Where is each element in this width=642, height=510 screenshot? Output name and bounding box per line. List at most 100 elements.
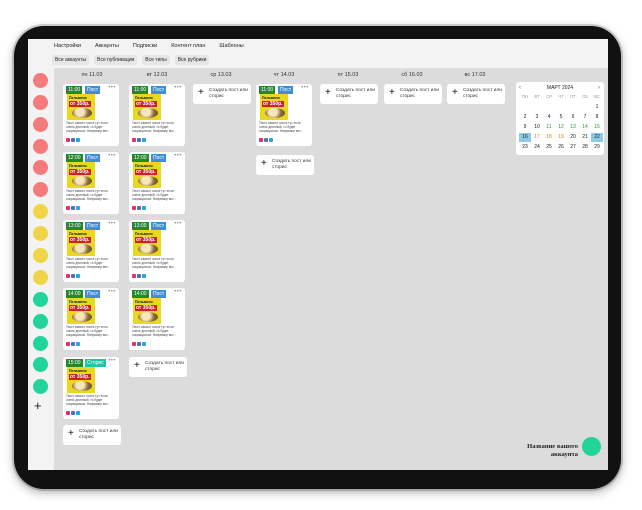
create-post-button[interactable]: + Создать пост или сторис [129,357,187,377]
filter-types[interactable]: Все типы [142,55,170,65]
telegram-icon [269,138,273,142]
create-post-button[interactable]: + Создать пост или сторис [320,84,378,104]
post-time: 12:00 [66,154,83,162]
calendar-day[interactable]: 17 [531,133,543,142]
calendar-day[interactable]: 12 [555,123,567,132]
more-icon[interactable]: ••• [174,289,182,295]
account-avatar-12[interactable] [33,314,48,329]
account-avatar-10[interactable] [33,270,48,285]
create-post-button[interactable]: + Создать пост или сторис [193,84,251,104]
calendar-day[interactable]: 20 [567,133,579,142]
menu-content-plan[interactable]: Контент план [171,43,205,49]
calendar-day[interactable]: 1 [591,103,603,112]
account-avatar-2[interactable] [33,95,48,110]
more-icon[interactable]: ••• [108,358,116,364]
create-post-button[interactable]: + Создать пост или сторис [256,155,314,175]
create-post-button[interactable]: + Создать пост или сторис [63,425,121,445]
account-avatar-15[interactable] [33,379,48,394]
post-image-title: Пельмени [69,164,87,168]
calendar-day[interactable]: 6 [567,113,579,122]
more-icon[interactable]: ••• [174,85,182,91]
filter-rubrics[interactable]: Все рубрики [174,55,210,65]
calendar-day[interactable]: 10 [531,123,543,132]
more-icon[interactable]: ••• [174,221,182,227]
calendar-day[interactable]: 7 [579,113,591,122]
account-avatar-7[interactable] [33,204,48,219]
post-card[interactable]: 11:00 Пост ••• Пельмени от 350р. Текст самого… [63,84,119,146]
post-card[interactable]: 15:00 Сторис ••• Пельмени от 350р. Текст само… [63,357,119,419]
calendar-day[interactable]: 11 [543,123,555,132]
account-avatar-13[interactable] [33,336,48,351]
calendar-day[interactable]: 2 [519,113,531,122]
account-avatar-5[interactable] [33,160,48,175]
calendar-next-icon[interactable]: › [598,85,600,91]
calendar-day[interactable]: 19 [555,133,567,142]
post-card[interactable]: 11:00 Пост ••• Пельмени от 350р. Текст самого… [256,84,312,146]
top-bar: Настройки Аккаунты Подписки Контент план… [28,39,608,68]
calendar-day[interactable]: 9 [519,123,531,132]
post-time: 11:00 [66,86,83,94]
calendar-day[interactable]: 26 [555,143,567,152]
calendar-day[interactable]: 29 [591,143,603,152]
social-icons [66,138,80,142]
calendar-day[interactable]: 13 [567,123,579,132]
account-avatar-11[interactable] [33,292,48,307]
calendar-day[interactable]: 25 [543,143,555,152]
account-avatar-9[interactable] [33,248,48,263]
post-text: Текст самого поста тут если очень длинны… [132,325,176,337]
calendar-day[interactable]: 8 [591,113,603,122]
post-text: Текст самого поста тут если очень длинны… [132,257,176,269]
create-post-button[interactable]: + Создать пост или сторис [447,84,505,104]
calendar-day[interactable]: 21 [579,133,591,142]
menu-subscriptions[interactable]: Подписки [133,43,157,49]
calendar-day[interactable]: 15 [591,123,603,132]
post-image: Пельмени от 350р. [67,367,95,393]
account-avatar-3[interactable] [33,117,48,132]
calendar-day[interactable]: 3 [531,113,543,122]
post-time: 15:00 [66,359,83,367]
vk-icon [137,206,141,210]
calendar-day[interactable]: 5 [555,113,567,122]
calendar-day[interactable]: 24 [531,143,543,152]
account-avatar-6[interactable] [33,182,48,197]
day-header: ср 13.03 [210,72,232,78]
more-icon[interactable]: ••• [108,221,116,227]
account-avatar-8[interactable] [33,226,48,241]
calendar-day[interactable]: 16 [519,132,531,142]
filter-accounts[interactable]: Все аккаунты [52,55,90,65]
post-card[interactable]: 11:00 Пост ••• Пельмени от 350р. Текст самого… [129,84,185,146]
add-account-button[interactable]: + [34,399,42,412]
post-card[interactable]: 14:00 Пост ••• Пельмени от 350р. Текст самого… [129,288,185,350]
post-card[interactable]: 13:00 Пост ••• Пельмени от 350р. Текст самого… [63,220,119,282]
food-image [138,176,158,186]
menu-settings[interactable]: Настройки [54,43,81,49]
filter-publications[interactable]: Все публикации [94,55,138,65]
post-card[interactable]: 12:00 Пост ••• Пельмени от 350р. Текст самого… [63,152,119,214]
social-icons [66,411,80,415]
post-card[interactable]: 13:00 Пост ••• Пельмени от 350р. Текст самого… [129,220,185,282]
post-card[interactable]: 14:00 Пост ••• Пельмени от 350р. Текст самого… [63,288,119,350]
calendar-day[interactable]: 23 [519,143,531,152]
account-avatar-14[interactable] [33,357,48,372]
more-icon[interactable]: ••• [174,153,182,159]
calendar-day[interactable]: 28 [579,143,591,152]
calendar-day[interactable]: 27 [567,143,579,152]
post-text: Текст самого поста тут если очень длинны… [66,257,110,269]
account-avatar[interactable] [582,437,601,456]
calendar-day[interactable]: 14 [579,123,591,132]
more-icon[interactable]: ••• [108,153,116,159]
calendar-day[interactable]: 18 [543,133,555,142]
telegram-icon [76,411,80,415]
post-image: Пельмени от 350р. [133,162,161,188]
calendar-day[interactable]: 22 [591,132,603,142]
more-icon[interactable]: ••• [108,85,116,91]
more-icon[interactable]: ••• [108,289,116,295]
calendar-day[interactable]: 4 [543,113,555,122]
menu-templates[interactable]: Шаблоны [219,43,243,49]
menu-accounts[interactable]: Аккаунты [95,43,119,49]
create-post-button[interactable]: + Создать пост или сторис [384,84,442,104]
account-avatar-4[interactable] [33,139,48,154]
more-icon[interactable]: ••• [301,85,309,91]
post-card[interactable]: 12:00 Пост ••• Пельмени от 350р. Текст самого… [129,152,185,214]
account-avatar-1[interactable] [33,73,48,88]
